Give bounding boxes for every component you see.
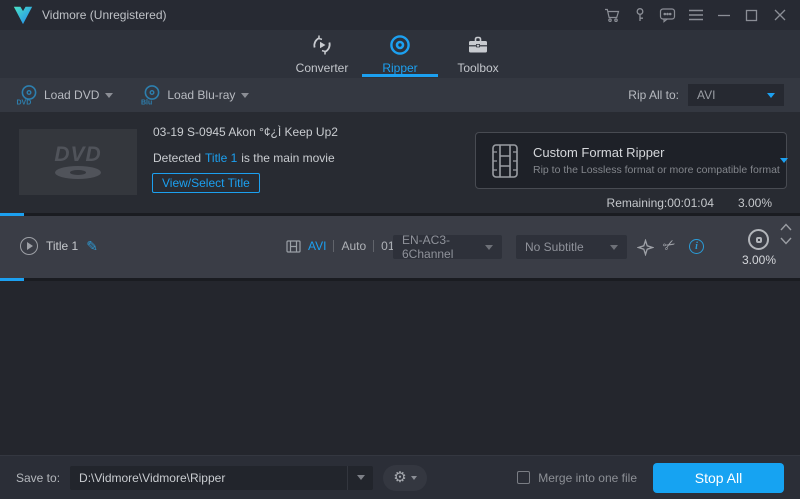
remaining-row: Remaining:00:01:04 3.00% [607,196,772,210]
footer-bar: Save to: ⚙ Merge into one file Stop All [0,455,800,499]
tab-ripper[interactable]: Ripper [362,30,438,78]
merge-option: Merge into one file [517,471,637,485]
converter-icon [310,33,334,57]
save-path-dropdown-button[interactable] [347,465,373,490]
settings-caret-icon [410,475,417,480]
separator [373,240,375,252]
dvd-thumbnail: DVD [19,129,137,195]
ripper-disc-icon [388,33,412,57]
edit-effect-wand-icon[interactable] [637,239,654,256]
save-to-label: Save to: [16,470,61,485]
dvd-disc-icon: DVD [16,84,38,106]
output-format-value: AVI [308,239,327,253]
audio-track-value: EN-AC3-6Channel [402,233,454,261]
maximize-icon[interactable] [743,7,760,24]
film-strip-icon [490,143,520,179]
load-bluray-label: Load Blu-ray [167,88,236,102]
stop-all-button[interactable]: Stop All [653,462,784,493]
disc-title: 03-19 S-0945 Akon °¢¿Ì Keep Up2 [153,125,338,139]
tab-toolbox-label: Toolbox [457,61,499,75]
profile-title: Custom Format Ripper [533,145,665,160]
rip-all-caret-icon [767,92,775,98]
detected-suffix: is the main movie [241,151,335,165]
merge-label: Merge into one file [538,470,637,485]
subtitle-value: No Subtitle [525,240,584,254]
media-info-section: DVD 03-19 S-0945 Akon °¢¿Ì Keep Up2 Dete… [0,112,800,213]
detected-line: Detected Title 1 is the main movie [153,151,335,165]
tab-ripper-label: Ripper [382,61,418,75]
overall-percent: 3.00% [737,196,772,210]
menu-icon[interactable] [687,7,704,24]
svg-text:Blu: Blu [141,100,152,107]
merge-checkbox[interactable] [517,471,531,484]
rename-edit-icon[interactable]: ✎ [86,239,98,253]
title-progress-bar [0,278,800,281]
register-key-icon[interactable] [631,7,648,24]
profile-caret-icon [779,158,788,163]
subtitle-select[interactable]: No Subtitle [516,235,627,259]
ripper-toolbar: DVD Load DVD Blu Load Blu-ray Rip All to… [0,78,800,112]
tab-toolbox[interactable]: Toolbox [443,30,513,78]
close-icon[interactable] [771,7,788,24]
svg-text:DVD: DVD [17,100,32,107]
tab-converter[interactable]: Converter [287,30,357,78]
cart-icon[interactable] [603,7,620,24]
chevron-down-icon [780,237,792,245]
audio-track-select[interactable]: EN-AC3-6Channel [393,233,502,261]
vidmore-logo-icon [12,4,34,26]
load-dvd-label: Load DVD [44,88,100,102]
load-dvd-caret-icon [105,92,114,98]
detected-title-link[interactable]: Title 1 [205,151,237,165]
bluray-disc-icon: Blu [139,84,161,106]
save-path-input[interactable] [70,465,348,490]
load-dvd-button[interactable]: DVD Load DVD [16,84,114,106]
scroll-chevrons[interactable] [780,223,792,245]
title-row[interactable]: Title 1 ✎ AVI Auto 01:43:23 EN-AC3-6Chan… [0,216,800,278]
remaining-time: Remaining:00:01:04 [606,196,714,210]
custom-format-ripper-panel[interactable]: Custom Format Ripper Rip to the Lossless… [475,132,788,189]
stop-title-button[interactable] [748,229,769,250]
film-small-icon [286,239,301,253]
toolbox-icon [466,33,490,57]
audio-caret-icon [485,244,493,250]
subtitle-caret-icon [610,244,618,250]
separator [333,240,335,252]
quality-value: Auto [341,239,367,253]
feedback-icon[interactable] [659,7,676,24]
titlebar: Vidmore (Unregistered) [0,0,800,30]
title-name: Title 1 [46,239,79,253]
title-progress-fill [0,278,24,281]
title-percent: 3.00% [741,253,777,267]
save-path-combo [70,465,374,490]
tab-converter-label: Converter [295,61,349,75]
dvd-logo-disc-icon [55,166,101,179]
cut-scissors-icon[interactable]: ✂ [659,234,679,256]
play-preview-button[interactable] [20,237,38,255]
rip-all-format-value: AVI [697,88,716,102]
rip-all-format-select[interactable]: AVI [688,84,784,106]
app-title: Vidmore (Unregistered) [42,8,167,22]
load-bluray-caret-icon [241,92,250,98]
main-tabbar: Converter Ripper Toolbox [0,30,800,78]
detected-prefix: Detected [153,151,202,165]
view-select-title-button[interactable]: View/Select Title [152,173,260,193]
settings-button[interactable]: ⚙ [383,464,428,491]
save-path-caret-icon [356,475,365,480]
info-icon[interactable]: i [689,239,704,254]
dvd-logo-text: DVD [54,143,102,166]
chevron-up-icon [780,223,792,231]
minimize-icon[interactable] [715,7,732,24]
rip-all-to-label: Rip All to: [628,88,679,102]
gear-icon: ⚙ [393,469,407,486]
profile-subtitle: Rip to the Lossless format or more compa… [533,164,780,176]
load-bluray-button[interactable]: Blu Load Blu-ray [139,84,250,106]
